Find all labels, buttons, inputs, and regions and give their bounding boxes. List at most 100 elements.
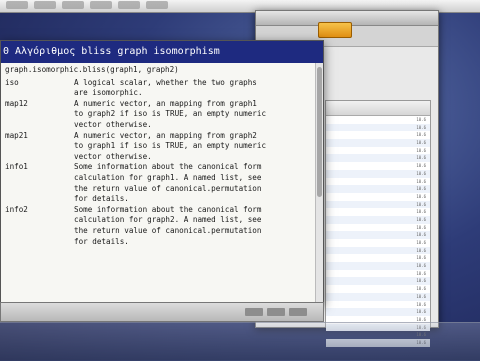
menu-item[interactable] — [146, 1, 168, 9]
argument-entry-line: for details. — [5, 237, 323, 248]
process-row[interactable]: 10.6 — [326, 308, 430, 316]
process-value: 10.6 — [416, 132, 426, 138]
process-row[interactable]: 10.6 — [326, 224, 430, 232]
argument-name — [5, 152, 74, 163]
process-row[interactable]: 10.6 — [326, 246, 430, 255]
process-value: 10.6 — [416, 232, 426, 238]
argument-description: Some information about the canonical for… — [74, 204, 262, 214]
process-value: 10.6 — [416, 286, 426, 292]
argument-description: calculation for graph2. A named list, se… — [74, 215, 262, 225]
process-row[interactable]: 10.6 — [326, 270, 430, 278]
argument-name — [5, 237, 74, 248]
process-value: 10.6 — [416, 193, 426, 199]
process-value: 10.6 — [416, 224, 426, 230]
process-row[interactable]: 10.6 — [326, 185, 430, 193]
process-row[interactable]: 10.6 — [326, 147, 430, 155]
process-row[interactable]: 10.6 — [326, 162, 430, 170]
argument-list: iso A logical scalar, whether the two gra… — [5, 78, 323, 248]
menu-item[interactable] — [62, 1, 84, 9]
process-value: 10.6 — [416, 278, 426, 284]
argument-entry-line: for details. — [5, 194, 323, 205]
process-row[interactable]: 10.6 — [326, 277, 430, 286]
help-window-title: 0 Αλγόριθμος bliss graph isomorphism — [1, 41, 323, 63]
process-row[interactable]: 10.6 — [326, 301, 430, 309]
argument-name: iso — [5, 77, 19, 87]
argument-entry-line: calculation for graph1. A named list, se… — [5, 173, 323, 184]
process-list: 10.6 10.6 10.6 10.6 10.6 10.6 10.6 10.6 10.6 10.6… — [326, 116, 430, 347]
argument-description: A logical scalar, whether the two graphs — [74, 77, 257, 87]
argument-entry-line: to graph2 if iso is TRUE, an empty numer… — [5, 109, 323, 120]
argument-name — [5, 120, 74, 131]
argument-entry-line: iso A logical scalar, whether the two gra… — [5, 78, 323, 89]
process-value: 10.6 — [416, 293, 426, 299]
argument-description: to graph2 if iso is TRUE, an empty numer… — [74, 109, 267, 119]
window-status-strip — [0, 302, 324, 322]
process-value: 10.6 — [416, 124, 426, 130]
argument-entry-line: vector otherwise. — [5, 120, 323, 131]
process-row[interactable]: 10.6 — [326, 254, 430, 262]
apple-menu-icon[interactable] — [6, 1, 28, 9]
process-row[interactable]: 10.6 — [326, 178, 430, 186]
process-value: 10.6 — [416, 147, 426, 153]
menu-item[interactable] — [90, 1, 112, 9]
process-row[interactable]: 10.6 — [326, 154, 430, 163]
process-row[interactable]: 10.6 — [326, 139, 430, 147]
argument-entry-line: vector otherwise. — [5, 152, 323, 163]
process-value: 10.6 — [416, 247, 426, 253]
help-content: graph.isomorphic.bliss(graph1, graph2) i… — [1, 63, 323, 247]
argument-name — [5, 88, 74, 99]
process-row[interactable]: 10.6 — [326, 208, 430, 216]
process-row[interactable]: 10.6 — [326, 285, 430, 293]
process-list-panel[interactable]: 10.6 10.6 10.6 10.6 10.6 10.6 10.6 10.6 10.6 10.6… — [325, 100, 431, 347]
argument-entry-line: the return value of canonical.permutatio… — [5, 184, 323, 195]
argument-description: to graph1 if iso is TRUE, an empty numer… — [74, 141, 267, 151]
process-list-header — [326, 101, 430, 116]
argument-entry-line: map12 A numeric vector, an mapping from g… — [5, 99, 323, 110]
process-value: 10.6 — [416, 255, 426, 261]
process-value: 10.6 — [416, 117, 426, 122]
scrollbar-thumb[interactable] — [317, 67, 322, 197]
argument-entry-line: info1 Some information about the canonica… — [5, 162, 323, 173]
process-value: 10.6 — [416, 301, 426, 307]
process-row[interactable]: 10.6 — [326, 292, 430, 301]
help-window[interactable]: 0 Αλγόριθμος bliss graph isomorphism gra… — [0, 40, 324, 304]
menu-item[interactable] — [34, 1, 56, 9]
argument-description: for details. — [74, 194, 129, 204]
argument-description: calculation for graph1. A named list, se… — [74, 172, 262, 182]
process-value: 10.6 — [416, 140, 426, 146]
process-row[interactable]: 10.6 — [326, 239, 430, 247]
nav-home-button[interactable] — [289, 308, 307, 316]
argument-name: map12 — [5, 98, 28, 108]
process-row[interactable]: 10.6 — [326, 123, 430, 132]
nav-forward-button[interactable] — [267, 308, 285, 316]
process-row[interactable]: 10.6 — [326, 131, 430, 139]
argument-name: info1 — [5, 162, 28, 172]
argument-description: are isomorphic. — [74, 88, 143, 98]
process-row[interactable]: 10.6 — [326, 262, 430, 270]
usage-line: graph.isomorphic.bliss(graph1, graph2) — [5, 65, 179, 74]
process-row[interactable]: 10.6 — [326, 200, 430, 209]
menu-item[interactable] — [118, 1, 140, 9]
argument-name — [5, 141, 74, 152]
process-row[interactable]: 10.6 — [326, 116, 430, 124]
process-row[interactable]: 10.6 — [326, 215, 430, 224]
scrollbar[interactable] — [315, 63, 323, 303]
argument-name: info2 — [5, 204, 28, 214]
argument-entry-line: info2 Some information about the canonica… — [5, 205, 323, 216]
process-value: 10.6 — [416, 155, 426, 161]
dock[interactable] — [0, 322, 480, 361]
process-row[interactable]: 10.6 — [326, 169, 430, 178]
argument-entry-line: calculation for graph2. A named list, se… — [5, 215, 323, 226]
argument-entry-line: are isomorphic. — [5, 88, 323, 99]
cpu-meter-icon — [318, 22, 352, 38]
argument-name — [5, 194, 74, 205]
process-row[interactable]: 10.6 — [326, 231, 430, 239]
argument-name — [5, 215, 74, 226]
nav-back-button[interactable] — [245, 308, 263, 316]
argument-description: Some information about the canonical for… — [74, 162, 262, 172]
argument-entry-line: to graph1 if iso is TRUE, an empty numer… — [5, 141, 323, 152]
process-row[interactable]: 10.6 — [326, 193, 430, 201]
argument-description: for details. — [74, 236, 129, 246]
argument-description: the return value of canonical.permutatio… — [74, 225, 262, 235]
argument-name — [5, 184, 74, 195]
